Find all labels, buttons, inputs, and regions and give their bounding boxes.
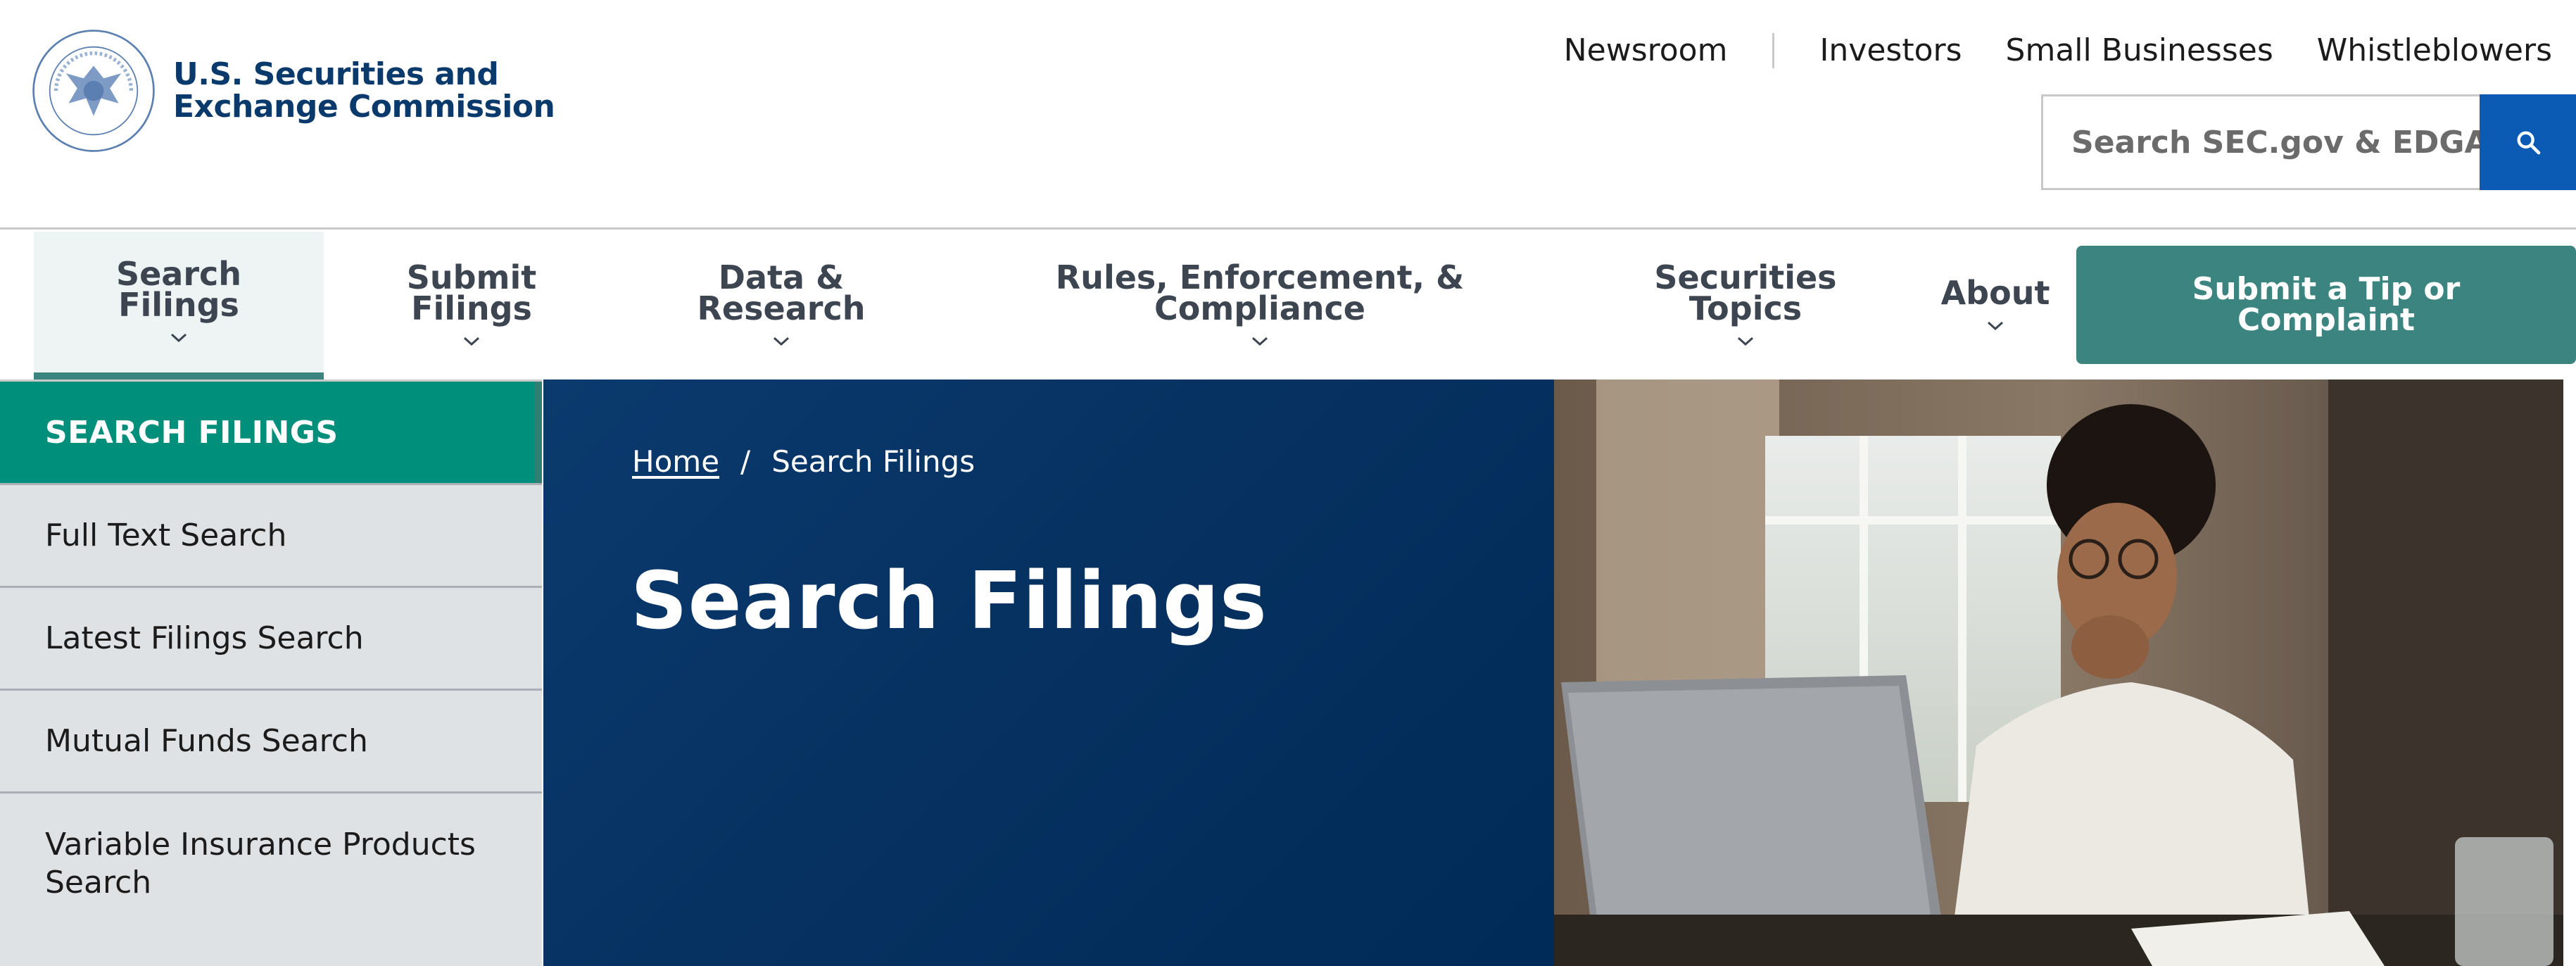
chevron-down-icon (773, 337, 790, 346)
small-businesses-link[interactable]: Small Businesses (2006, 32, 2273, 68)
breadcrumb-separator: / (740, 444, 751, 479)
newsroom-link[interactable]: Newsroom (1564, 32, 1728, 68)
chevron-down-icon (1737, 337, 1754, 346)
nav-rules-enforcement[interactable]: Rules, Enforcement, & Compliance (1042, 232, 1478, 380)
whistleblowers-link[interactable]: Whistleblowers (2317, 32, 2552, 68)
nav-label: Search (115, 255, 242, 293)
nav-label: Topics (1688, 289, 1802, 327)
sec-logo-link[interactable]: U.S. Securities and Exchange Commission (31, 28, 555, 153)
nav-label: Research (697, 289, 866, 327)
nav-label: Rules, Enforcement, & (1055, 258, 1465, 296)
hero-banner: Home / Search Filings Search Filings (543, 380, 1554, 966)
nav-label: Filings (118, 286, 239, 324)
side-nav-mutual-funds-search[interactable]: Mutual Funds Search (0, 689, 542, 791)
nav-label: Securities (1654, 258, 1837, 296)
breadcrumb: Home / Search Filings (632, 444, 975, 479)
side-nav: SEARCH FILINGS Full Text Search Latest F… (0, 380, 542, 966)
cta-label: Complaint (2237, 302, 2416, 338)
chevron-down-icon (1251, 337, 1268, 346)
search-icon (2517, 131, 2540, 155)
agency-name: U.S. Securities and Exchange Commission (173, 58, 555, 123)
side-nav-variable-insurance-search[interactable]: Variable Insurance Products Search (0, 791, 542, 934)
nav-securities-topics[interactable]: Securities Topics (1640, 232, 1851, 380)
nav-label: Filings (411, 289, 532, 327)
cta-label: Submit a Tip or (2192, 271, 2461, 307)
nav-search-filings[interactable]: Search Filings (34, 232, 324, 380)
breadcrumb-home-link[interactable]: Home (632, 444, 719, 479)
side-nav-full-text-search[interactable]: Full Text Search (0, 483, 542, 586)
agency-name-line2: Exchange Commission (173, 89, 555, 125)
primary-nav: Search Filings Submit Filings Data & Res… (0, 232, 2576, 380)
utility-nav: Newsroom Investors Small Businesses Whis… (1564, 32, 2552, 68)
woman-at-laptop-image (1554, 380, 2563, 966)
nav-data-research[interactable]: Data & Research (676, 232, 887, 380)
nav-label: Compliance (1154, 289, 1365, 327)
breadcrumb-current: Search Filings (771, 444, 976, 479)
chevron-down-icon (1987, 321, 2004, 331)
sec-seal-icon (32, 30, 155, 152)
submit-tip-button[interactable]: Submit a Tip or Complaint (2076, 246, 2576, 364)
search-button[interactable] (2480, 94, 2576, 190)
investors-link[interactable]: Investors (1819, 32, 1962, 68)
page-title: Search Filings (631, 556, 1268, 647)
chevron-down-icon (170, 333, 187, 343)
nav-label: Data & (718, 258, 845, 296)
agency-name-line1: U.S. Securities and (173, 56, 499, 92)
side-nav-label: Variable Insurance Products Search (45, 826, 476, 901)
site-header: U.S. Securities and Exchange Commission … (0, 0, 2576, 230)
utility-divider (1772, 32, 1775, 68)
nav-about[interactable]: About (1928, 232, 2062, 380)
nav-submit-filings[interactable]: Submit Filings (366, 232, 577, 380)
hero-photo (1554, 380, 2563, 966)
search-input[interactable]: Search SEC.gov & EDGAR (2041, 94, 2480, 190)
page-edge (2563, 380, 2576, 966)
side-nav-latest-filings-search[interactable]: Latest Filings Search (0, 586, 542, 689)
side-nav-heading[interactable]: SEARCH FILINGS (0, 382, 542, 483)
chevron-down-icon (463, 337, 480, 346)
nav-label: Submit (406, 258, 537, 296)
nav-label: About (1940, 274, 2050, 312)
